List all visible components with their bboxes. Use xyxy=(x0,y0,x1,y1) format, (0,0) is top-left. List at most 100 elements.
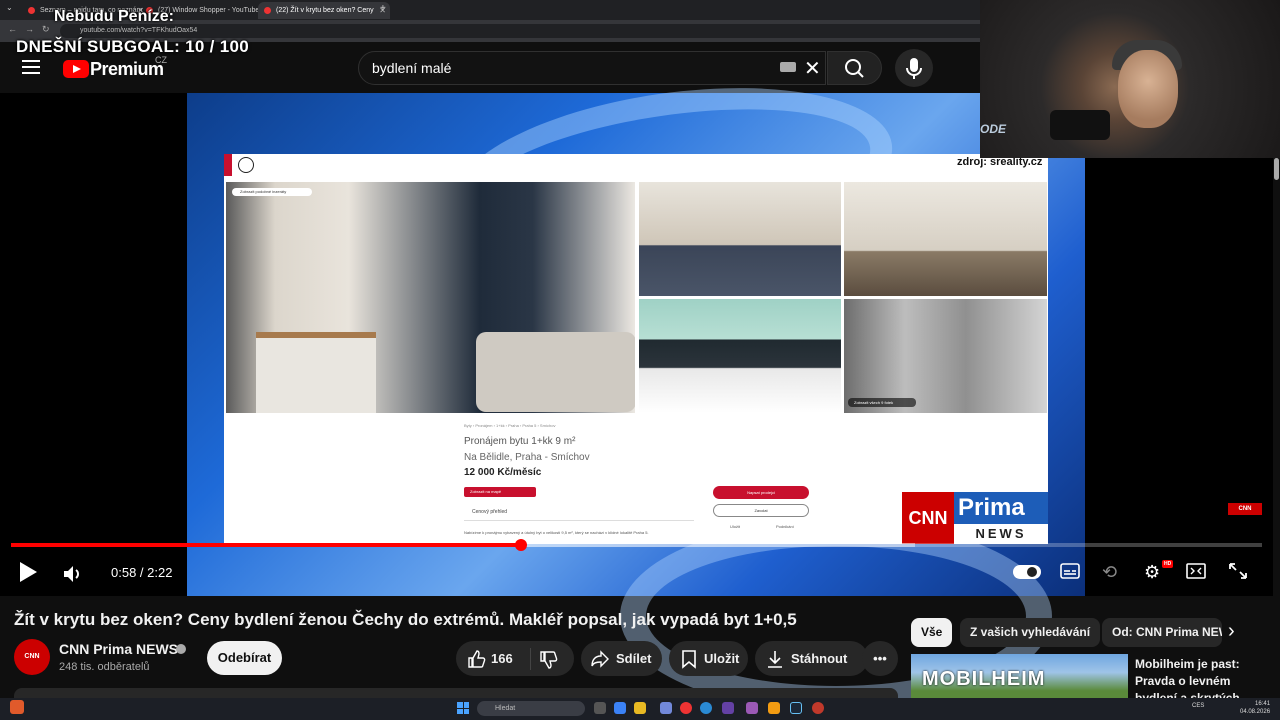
subtitles-icon[interactable] xyxy=(1060,562,1080,585)
like-count: 166 xyxy=(491,651,513,666)
youtube-logo-icon[interactable] xyxy=(63,60,89,78)
download-label: Stáhnout xyxy=(791,651,848,666)
clear-search-icon[interactable]: ✕ xyxy=(804,56,821,81)
discord-icon[interactable] xyxy=(660,702,672,714)
task-view-icon[interactable] xyxy=(594,702,606,714)
chip-all[interactable]: Vše xyxy=(911,618,953,647)
download-icon xyxy=(768,651,782,668)
listing-photo xyxy=(639,299,841,413)
back-icon[interactable]: ← xyxy=(8,24,17,34)
clock-time: 16:41 xyxy=(1255,701,1271,707)
thumb-down-icon[interactable] xyxy=(538,650,558,670)
channel-name[interactable]: CNN Prima NEWS xyxy=(59,641,178,657)
webcam-microphone xyxy=(1050,110,1110,140)
tab-label: (22) Žít v krytu bez oken? Ceny xyxy=(276,7,374,14)
listing-business: Podnikání xyxy=(776,524,794,529)
chip-from-channel[interactable]: Od: CNN Prima NEWS xyxy=(1102,618,1222,647)
new-tab-button[interactable]: + xyxy=(380,3,386,14)
autoplay-toggle[interactable] xyxy=(1013,565,1041,579)
bed xyxy=(476,332,635,412)
keyboard-icon[interactable] xyxy=(780,62,796,72)
app-icon[interactable] xyxy=(10,700,24,714)
cnn-logo: CNN xyxy=(902,492,954,544)
channel-avatar[interactable]: CNN xyxy=(14,639,50,675)
time-display: 0:58 / 2:22 xyxy=(111,565,173,580)
menu-icon[interactable] xyxy=(22,60,40,74)
write-seller-button: Napsat prodejci xyxy=(713,486,809,499)
similar-listings-tag: Zobrazit podobné inzeráty xyxy=(232,188,312,196)
share-icon xyxy=(591,650,609,668)
all-photos-tag: Zobrazit všech 9 fotek xyxy=(848,398,916,407)
verified-icon xyxy=(176,644,186,654)
chevron-right-icon[interactable]: › xyxy=(1228,620,1235,643)
voice-search-button[interactable] xyxy=(895,49,933,87)
steam-icon[interactable] xyxy=(790,702,802,714)
like-divider xyxy=(530,648,531,670)
widgets-icon[interactable] xyxy=(614,702,626,714)
forward-icon[interactable]: → xyxy=(25,24,34,34)
settings-icon[interactable]: ⚙ xyxy=(1144,562,1160,583)
save-button[interactable]: Uložit xyxy=(669,641,748,676)
search-icon xyxy=(845,59,864,78)
thumb-up-icon xyxy=(468,650,486,668)
listing-breadcrumb: Byty › Pronájem › 1+kk › Praha › Praha 5… xyxy=(464,423,556,428)
chip-from-searches[interactable]: Z vašich vyhledávání xyxy=(960,618,1101,647)
windows-start-icon[interactable] xyxy=(457,702,469,714)
brand-label[interactable]: Premium xyxy=(90,59,164,80)
listing-photo xyxy=(844,299,1047,413)
webcam-face xyxy=(1118,50,1178,128)
kitchen-cabinet xyxy=(256,332,376,413)
search-input-value[interactable]: bydlení malé xyxy=(372,60,451,76)
listing-address: Na Bělidle, Praha - Smíchov xyxy=(464,452,590,463)
browser-tab-active[interactable]: (22) Žít v krytu bez oken? Ceny ✕ xyxy=(258,2,390,19)
microphone-icon xyxy=(906,58,922,79)
app-icon[interactable] xyxy=(768,702,780,714)
like-button[interactable]: 166 xyxy=(456,641,574,676)
divider xyxy=(464,520,694,521)
listing-photo xyxy=(844,182,1047,296)
taskbar-search[interactable]: Hledat xyxy=(477,701,585,716)
price-overview: Cenový přehled xyxy=(472,509,508,515)
obs-icon[interactable] xyxy=(812,702,824,714)
accent-bar xyxy=(224,154,232,176)
chrome-icon[interactable] xyxy=(680,702,692,714)
miniplayer-icon[interactable] xyxy=(1186,562,1206,585)
listing-photo-main xyxy=(226,182,635,413)
bookmark-icon xyxy=(682,650,696,669)
more-actions-button[interactable]: ••• xyxy=(862,641,898,676)
tab-favicon-icon xyxy=(264,7,271,14)
reload-icon[interactable]: ↻ xyxy=(42,24,50,35)
listing-title: Pronájem bytu 1+kk 9 m² xyxy=(464,436,576,447)
call-button: Zavolat xyxy=(713,504,809,517)
loop-icon[interactable]: ⟲ xyxy=(1102,562,1117,583)
app-icon[interactable] xyxy=(746,702,758,714)
stream-overlay-subgoal: DNEŠNÍ SUBGOAL: 10 / 100 xyxy=(16,37,249,56)
edge-icon[interactable] xyxy=(700,702,712,714)
tab-list-icon[interactable]: ⌄ xyxy=(6,3,13,12)
clock-date: 04.08.2026 xyxy=(1240,709,1271,715)
clock[interactable]: 16:41 04.08.2026 xyxy=(1240,700,1270,716)
prima-logo: Prima xyxy=(954,492,1048,524)
play-icon[interactable] xyxy=(20,562,37,582)
listing-photo xyxy=(639,182,841,296)
scrubber-handle[interactable] xyxy=(515,539,527,551)
subscribe-button[interactable]: Odebírat xyxy=(207,641,282,675)
progress-played xyxy=(11,543,521,547)
scrollbar[interactable] xyxy=(1273,158,1280,698)
share-button[interactable]: Sdílet xyxy=(581,641,662,676)
listing-price: 12 000 Kč/měsíc xyxy=(464,467,542,478)
search-button[interactable] xyxy=(827,51,882,85)
channel-watermark: CNN xyxy=(1228,503,1262,515)
url-field[interactable]: youtube.com/watch?v=TFKhudOax54 xyxy=(60,24,990,38)
save-label: Uložit xyxy=(704,651,740,666)
recommended-thumbnail-text: MOBILHEIM xyxy=(922,668,1046,690)
listing-save: Uložit xyxy=(730,524,741,529)
download-button[interactable]: Stáhnout xyxy=(755,641,868,676)
scrollbar-thumb[interactable] xyxy=(1274,158,1279,180)
fullscreen-icon[interactable] xyxy=(1228,562,1248,585)
twitch-icon[interactable] xyxy=(722,702,734,714)
volume-icon[interactable] xyxy=(62,564,82,589)
language-indicator[interactable]: CES xyxy=(1192,703,1204,709)
tab-favicon-icon xyxy=(28,7,35,14)
file-explorer-icon[interactable] xyxy=(634,702,646,714)
